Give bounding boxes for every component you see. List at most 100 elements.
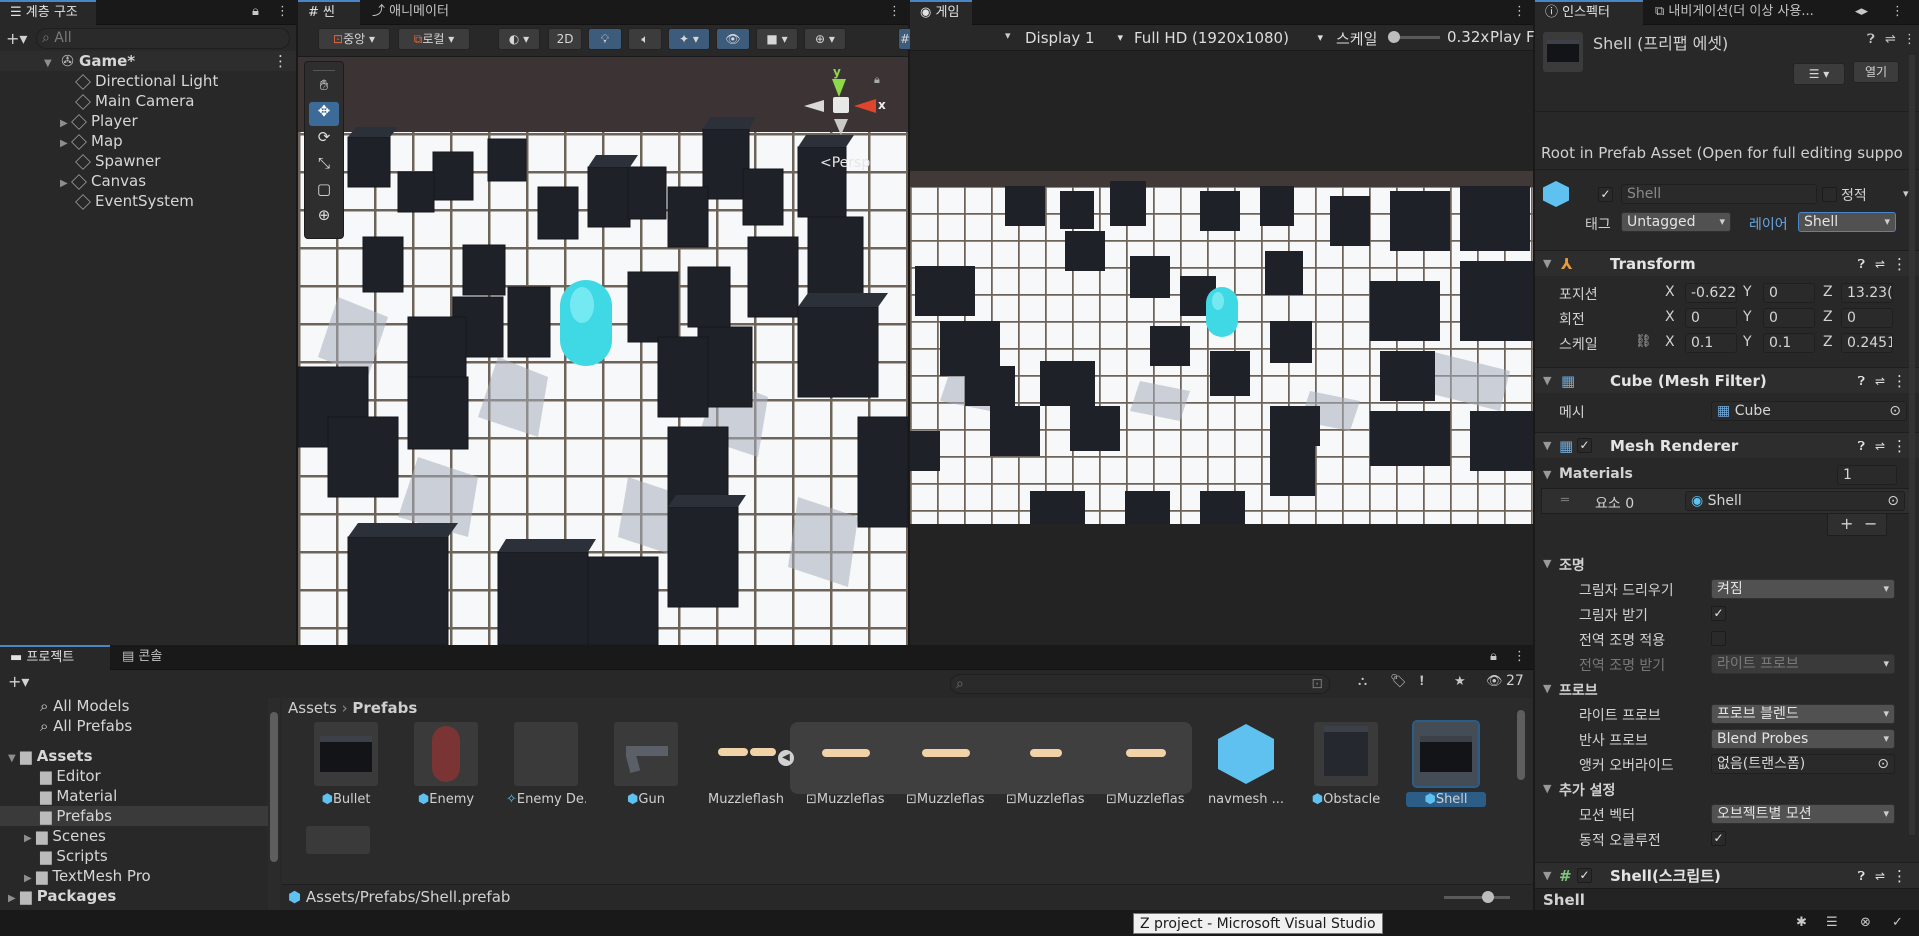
inspector-scrollbar[interactable] <box>1909 55 1915 835</box>
kebab-menu-icon[interactable]: ⋮ <box>1513 649 1526 664</box>
mesh-filter-header[interactable]: ▼ ▦ Cube (Mesh Filter) ❓︎ ⇌ ⋮ <box>1535 367 1919 393</box>
drag-handle-icon[interactable]: ═ <box>1561 493 1569 508</box>
kebab-menu-icon[interactable]: ⋮ <box>1892 368 1907 394</box>
mesh-renderer-header[interactable]: ▼ ▦ ✓ Mesh Renderer ❓︎ ⇌ ⋮ <box>1535 432 1919 458</box>
link-scale-icon[interactable]: ⛓︎ <box>1635 334 1652 349</box>
shading-dropdown[interactable]: ◐ ▾ <box>498 28 540 50</box>
open-prefab-button[interactable]: 열기 <box>1853 61 1899 83</box>
preset-icon[interactable]: ⇌ <box>1875 433 1885 459</box>
rotate-tool-icon[interactable]: ⟳ <box>309 128 339 152</box>
add-icon[interactable]: +▾ <box>6 29 27 48</box>
pivot-dropdown[interactable]: ⊡중앙 ▾ <box>318 28 390 50</box>
object-picker-icon[interactable]: ⊙ <box>1889 402 1901 420</box>
hierarchy-item-directional-light[interactable]: Directional Light <box>0 71 296 91</box>
anchor-override-field[interactable]: 없음(트랜스폼) ⊙ <box>1711 754 1895 774</box>
lock-icon[interactable]: 🔒︎ <box>1490 649 1497 664</box>
gizmo-neg-y-cone[interactable] <box>834 119 848 135</box>
folder-scenes[interactable]: ▶ ▆ Scenes <box>0 826 268 846</box>
help-icon[interactable]: ❓︎ <box>1858 251 1865 277</box>
mesh-object-field[interactable]: ▦ Cube ⊙ <box>1711 401 1907 421</box>
cast-shadows-dropdown[interactable]: 켜짐 <box>1711 579 1895 599</box>
tab-game[interactable]: ◉ 게임 <box>910 0 972 25</box>
auto-generate-lighting-icon[interactable]: ⊗ <box>1860 915 1871 930</box>
favorite-all-prefabs[interactable]: ⌕ All Prefabs <box>0 716 268 736</box>
motion-vectors-dropdown[interactable]: 오브젝트별 모션 <box>1711 804 1895 824</box>
tree-scrollbar[interactable] <box>268 698 280 910</box>
persp-toggle[interactable]: <Persp <box>820 155 870 171</box>
asset-muzzleflash-sprite-2[interactable]: ⊡Muzzleflas... <box>1006 722 1086 812</box>
icon-size-slider-thumb[interactable] <box>1482 891 1494 903</box>
resolution-dropdown[interactable]: Full HD (1920x1080) ▾ <box>1132 28 1327 48</box>
packages-root[interactable]: ▶ ▆ Packages <box>0 886 268 906</box>
rotation-y-field[interactable]: 0 <box>1763 308 1815 328</box>
tree-scrollbar-thumb[interactable] <box>270 712 278 862</box>
position-y-field[interactable]: 0 <box>1763 283 1815 303</box>
audio-toggle[interactable]: 🔈︎ <box>628 28 662 50</box>
lighting-toggle[interactable]: 💡︎ <box>588 28 622 50</box>
breadcrumb-assets[interactable]: Assets <box>288 699 337 717</box>
gizmo-x-cone[interactable] <box>854 99 876 113</box>
scene-menu-icon[interactable]: ⋮ <box>273 51 288 71</box>
prefab-options-dropdown[interactable]: ☰ ▾ <box>1793 63 1845 85</box>
asset-enemy[interactable]: ⬢Enemy <box>406 722 486 812</box>
asset-shell[interactable]: ⬢Shell <box>1406 720 1486 812</box>
help-icon[interactable]: ❓︎ <box>1858 433 1865 459</box>
object-picker-icon[interactable]: ⊙ <box>1887 492 1899 510</box>
project-add-icon[interactable]: +▾ <box>8 672 29 691</box>
breadcrumb-prefabs[interactable]: Prefabs <box>352 699 417 717</box>
help-icon[interactable]: ❓︎ <box>1867 32 1875 47</box>
tab-overflow-icon[interactable]: ◂▸ <box>1855 4 1868 19</box>
rect-tool-icon[interactable]: ▢ <box>309 180 339 204</box>
contribute-gi-checkbox[interactable] <box>1711 631 1726 646</box>
display-dropdown[interactable]: Display 1 ▾ <box>1023 28 1127 48</box>
additional-foldout-icon[interactable]: ▼ <box>1543 782 1551 795</box>
preset-icon[interactable]: ⇌ <box>1875 368 1885 394</box>
kebab-menu-icon[interactable]: ⋮ <box>1903 32 1916 47</box>
grid-scrollbar[interactable] <box>1515 698 1527 884</box>
kebab-menu-icon[interactable]: ⋮ <box>1892 863 1907 889</box>
debug-icon[interactable]: ✱ <box>1796 915 1807 930</box>
static-checkbox[interactable] <box>1822 187 1837 202</box>
rotation-z-field[interactable]: 0 <box>1841 308 1893 328</box>
object-picker-icon[interactable]: ⊙ <box>1877 755 1889 773</box>
collapse-sprites-icon[interactable]: ◀ <box>778 750 794 766</box>
preset-icon[interactable]: ⇌ <box>1885 32 1896 47</box>
foldout-icon[interactable]: ▼ <box>1543 251 1551 277</box>
foldout-icon[interactable]: ▼ <box>1543 863 1551 889</box>
active-checkbox[interactable]: ✓ <box>1598 187 1613 202</box>
play-focused-dropdown[interactable]: Play F <box>1490 28 1535 46</box>
favorite-all-models[interactable]: ⌕ All Models <box>0 698 268 716</box>
search-by-type-icon[interactable]: ⊡ <box>1311 675 1323 693</box>
scale-slider-thumb[interactable] <box>1388 31 1400 43</box>
help-icon[interactable]: ❓︎ <box>1858 863 1865 889</box>
gizmo-y-cone[interactable] <box>832 79 846 97</box>
asset-navmesh[interactable]: navmesh ... <box>1206 722 1286 812</box>
materials-count-field[interactable]: 1 <box>1837 465 1897 485</box>
transform-tool-icon[interactable]: ⊕ <box>309 206 339 230</box>
asset-enemy-death[interactable]: ✧Enemy De... <box>506 722 586 812</box>
kebab-menu-icon[interactable]: ⋮ <box>1513 4 1526 19</box>
hierarchy-item-spawner[interactable]: Spawner <box>0 151 296 171</box>
position-z-field[interactable]: 13.23( <box>1841 283 1893 303</box>
object-name-field[interactable]: Shell <box>1621 184 1817 204</box>
tab-scene[interactable]: # 씬 <box>298 0 360 25</box>
space-dropdown[interactable]: ⧉로컬 ▾ <box>398 28 470 50</box>
asset-muzzleflash[interactable]: Muzzleflash <box>706 722 786 812</box>
add-element-button[interactable]: + <box>1840 514 1853 533</box>
hierarchy-search-input[interactable]: ⌕ All <box>36 28 290 49</box>
static-dropdown-icon[interactable]: ▾ <box>1903 187 1909 200</box>
kebab-menu-icon[interactable]: ⋮ <box>276 4 289 19</box>
effects-dropdown[interactable]: ✦ ▾ <box>668 28 710 50</box>
gizmos-dropdown[interactable]: ⊕ ▾ <box>804 28 846 50</box>
preset-icon[interactable]: ⇌ <box>1875 251 1885 277</box>
script-enabled-checkbox[interactable]: ✓ <box>1577 868 1592 883</box>
layer-dropdown[interactable]: Shell <box>1798 212 1896 232</box>
position-x-field[interactable]: -0.622 <box>1685 283 1737 303</box>
asset-next-row-thumbnail[interactable] <box>306 826 370 854</box>
asset-muzzleflash-sprite-0[interactable]: ⊡Muzzleflas... <box>806 722 886 812</box>
important-icon[interactable]: ❗︎ <box>1420 674 1424 689</box>
overlay-grip[interactable] <box>313 65 335 71</box>
gizmo-center-cube[interactable] <box>833 97 849 113</box>
folder-textmesh-pro[interactable]: ▶ ▆ TextMesh Pro <box>0 866 268 886</box>
asset-muzzleflash-sprite-1[interactable]: ⊡Muzzleflas... <box>906 722 986 812</box>
